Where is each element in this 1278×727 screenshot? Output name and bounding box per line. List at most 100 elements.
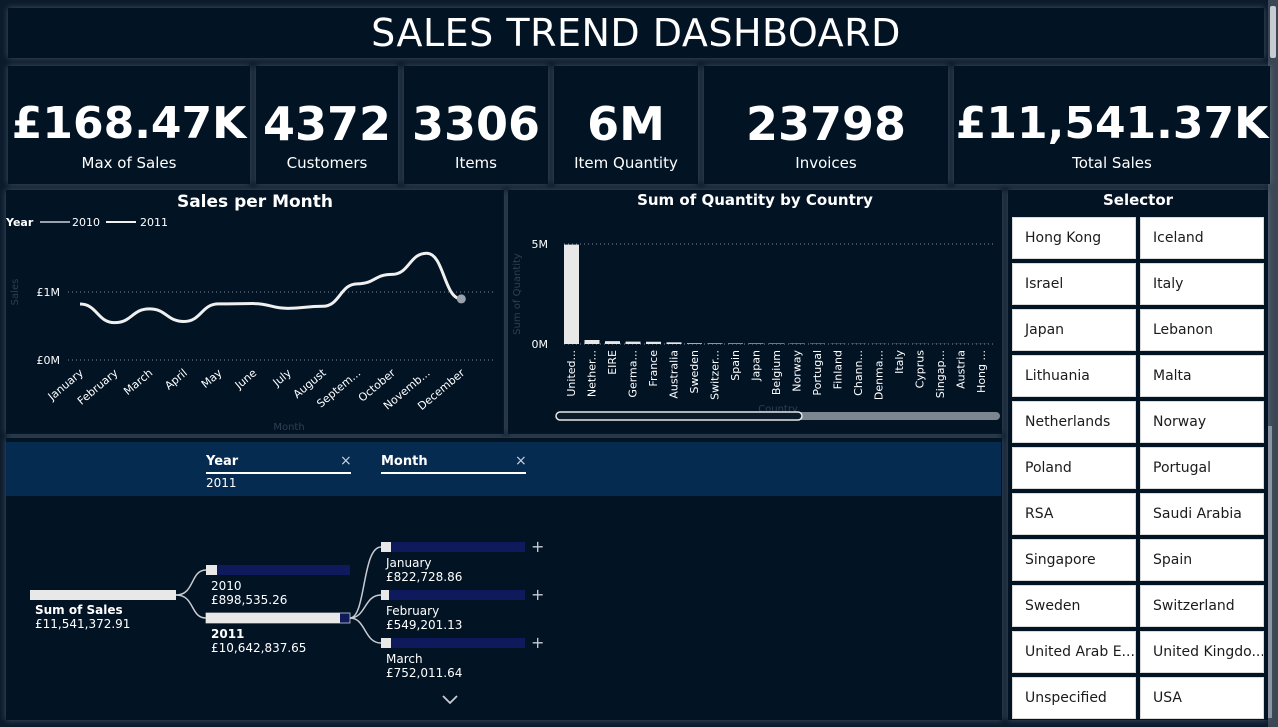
x-tick-label: Austria: [955, 350, 968, 389]
expand-plus-icon[interactable]: +: [531, 587, 544, 603]
crumb-year-value: 2011: [206, 476, 237, 490]
kpi-card-items: 3306 Items: [404, 66, 548, 184]
kpi-value: 4372: [262, 97, 392, 151]
selector-item[interactable]: Spain: [1140, 539, 1264, 581]
selector-item[interactable]: Portugal: [1140, 447, 1264, 489]
selector-title: Selector: [1102, 191, 1174, 209]
selector-item[interactable]: Hong Kong: [1012, 217, 1136, 259]
selector-item[interactable]: Unspecified: [1012, 677, 1136, 719]
month-february-bar-bg: [381, 590, 525, 600]
bar: [605, 341, 620, 344]
selector-item[interactable]: Saudi Arabia: [1140, 493, 1264, 535]
chart-title: Sum of Quantity by Country: [637, 191, 873, 209]
country-selector: Selector Hong Kong Iceland Israel Italy Japa…: [1008, 190, 1272, 720]
series-2010-point: [456, 294, 466, 304]
x-tick-label: Chann...: [852, 350, 865, 396]
month-node-january[interactable]: January £822,728.86: [386, 556, 462, 584]
year-2010-bar-bg: [206, 565, 350, 575]
title-bar: SALES TREND DASHBOARD: [8, 8, 1264, 58]
selector-item[interactable]: Singapore: [1012, 539, 1136, 581]
bar: [666, 342, 682, 344]
month-value: £549,201.13: [386, 618, 463, 632]
selector-item[interactable]: Malta: [1140, 355, 1264, 397]
year-value: £10,642,837.65: [211, 641, 307, 655]
close-icon[interactable]: ×: [515, 453, 527, 469]
month-value: £822,728.86: [386, 570, 463, 584]
kpi-value: 3306: [411, 97, 541, 151]
selector-item[interactable]: Iceland: [1140, 217, 1264, 259]
selector-item[interactable]: USA: [1140, 677, 1264, 719]
quantity-by-country-chart[interactable]: Sum of Quantity by Country 0M 5M Sum of Qu…: [508, 190, 1002, 434]
kpi-card-total-sales: £11,541.37K Total Sales: [954, 66, 1270, 184]
close-icon[interactable]: ×: [340, 453, 352, 469]
expand-plus-icon[interactable]: +: [531, 635, 544, 651]
selector-item[interactable]: Poland: [1012, 447, 1136, 489]
selector-item[interactable]: Lithuania: [1012, 355, 1136, 397]
selector-item[interactable]: Switzerland: [1140, 585, 1264, 627]
bar: [584, 340, 600, 344]
kpi-label: Total Sales: [1072, 154, 1152, 172]
bar: [707, 343, 723, 344]
selector-scrollbar[interactable]: [1268, 426, 1272, 718]
bar: [564, 244, 579, 344]
selector-item[interactable]: RSA: [1012, 493, 1136, 535]
x-tick-label: Portugal: [811, 350, 824, 396]
y-tick-label: 5M: [532, 238, 549, 251]
month-march-bar-bg: [381, 638, 525, 648]
x-tick-label: Spain: [729, 350, 742, 381]
x-tick-label: Switzer...: [709, 350, 722, 400]
selector-item[interactable]: Japan: [1012, 309, 1136, 351]
x-tick-label: June: [232, 366, 260, 392]
kpi-value: £168.47K: [11, 98, 247, 149]
decomp-tree-svg: [30, 542, 525, 705]
x-tick-label: Australia: [668, 350, 681, 399]
x-tick-label: United...: [565, 350, 578, 397]
bar: [625, 341, 641, 344]
kpi-card-item-quantity: 6M Item Quantity: [554, 66, 698, 184]
y-tick-label: £1M: [37, 286, 61, 299]
selector-item[interactable]: Netherlands: [1012, 401, 1136, 443]
legend-2010-label: 2010: [72, 216, 100, 229]
x-tick-label: July: [270, 366, 295, 390]
scrollbar-thumb[interactable]: [1270, 6, 1276, 58]
year-node-2011[interactable]: 2011 £10,642,837.65: [211, 627, 306, 655]
x-tick-label: Singap...: [934, 350, 947, 398]
bar: [728, 343, 743, 344]
month-february-bar-fill: [381, 590, 389, 600]
selector-item[interactable]: United Arab E...: [1012, 631, 1136, 673]
x-tick-label: France: [647, 350, 660, 387]
kpi-value: 23798: [745, 97, 907, 151]
selector-item[interactable]: Sweden: [1012, 585, 1136, 627]
x-tick-label: Finland: [832, 350, 845, 389]
year-label: 2010: [211, 579, 242, 593]
selector-item[interactable]: Lebanon: [1140, 309, 1264, 351]
sales-per-month-chart[interactable]: Sales per Month Year 2010 2011 £0M £1M Sales M…: [6, 190, 504, 434]
bar-chart-hscroll-thumb: [555, 411, 803, 421]
year-2011-bar-fill: [206, 613, 340, 623]
root-node[interactable]: Sum of Sales £11,541,372.91: [35, 603, 130, 631]
x-tick-label: Belgium: [770, 350, 783, 395]
year-node-2010[interactable]: 2010 £898,535.26: [211, 579, 287, 607]
month-node-march[interactable]: March £752,011.64: [386, 652, 462, 680]
year-label: 2011: [211, 627, 245, 641]
kpi-label: Invoices: [795, 154, 857, 172]
root-label: Sum of Sales: [35, 603, 123, 617]
selector-item[interactable]: United Kingdo...: [1140, 631, 1264, 673]
kpi-card-customers: 4372 Customers: [256, 66, 398, 184]
x-tick-label: March: [121, 366, 155, 398]
month-node-february[interactable]: February £549,201.13: [386, 604, 462, 632]
selector-item[interactable]: Israel: [1012, 263, 1136, 305]
month-value: £752,011.64: [386, 666, 463, 680]
month-label: January: [386, 556, 432, 570]
selector-item[interactable]: Norway: [1140, 401, 1264, 443]
x-tick-label: Italy: [893, 350, 906, 374]
expand-plus-icon[interactable]: +: [531, 539, 544, 555]
kpi-label: Customers: [286, 154, 368, 172]
year-value: £898,535.26: [211, 593, 288, 607]
x-tick-label: EIRE: [606, 350, 619, 375]
year-2010-bar-fill: [206, 565, 217, 575]
bar-chart-svg: 0M5MSum of QuantityCountryUnited... Nethe…: [512, 238, 1000, 421]
x-tick-label: Denma...: [873, 350, 886, 400]
selector-item[interactable]: Italy: [1140, 263, 1264, 305]
legend-title: Year: [6, 216, 34, 229]
